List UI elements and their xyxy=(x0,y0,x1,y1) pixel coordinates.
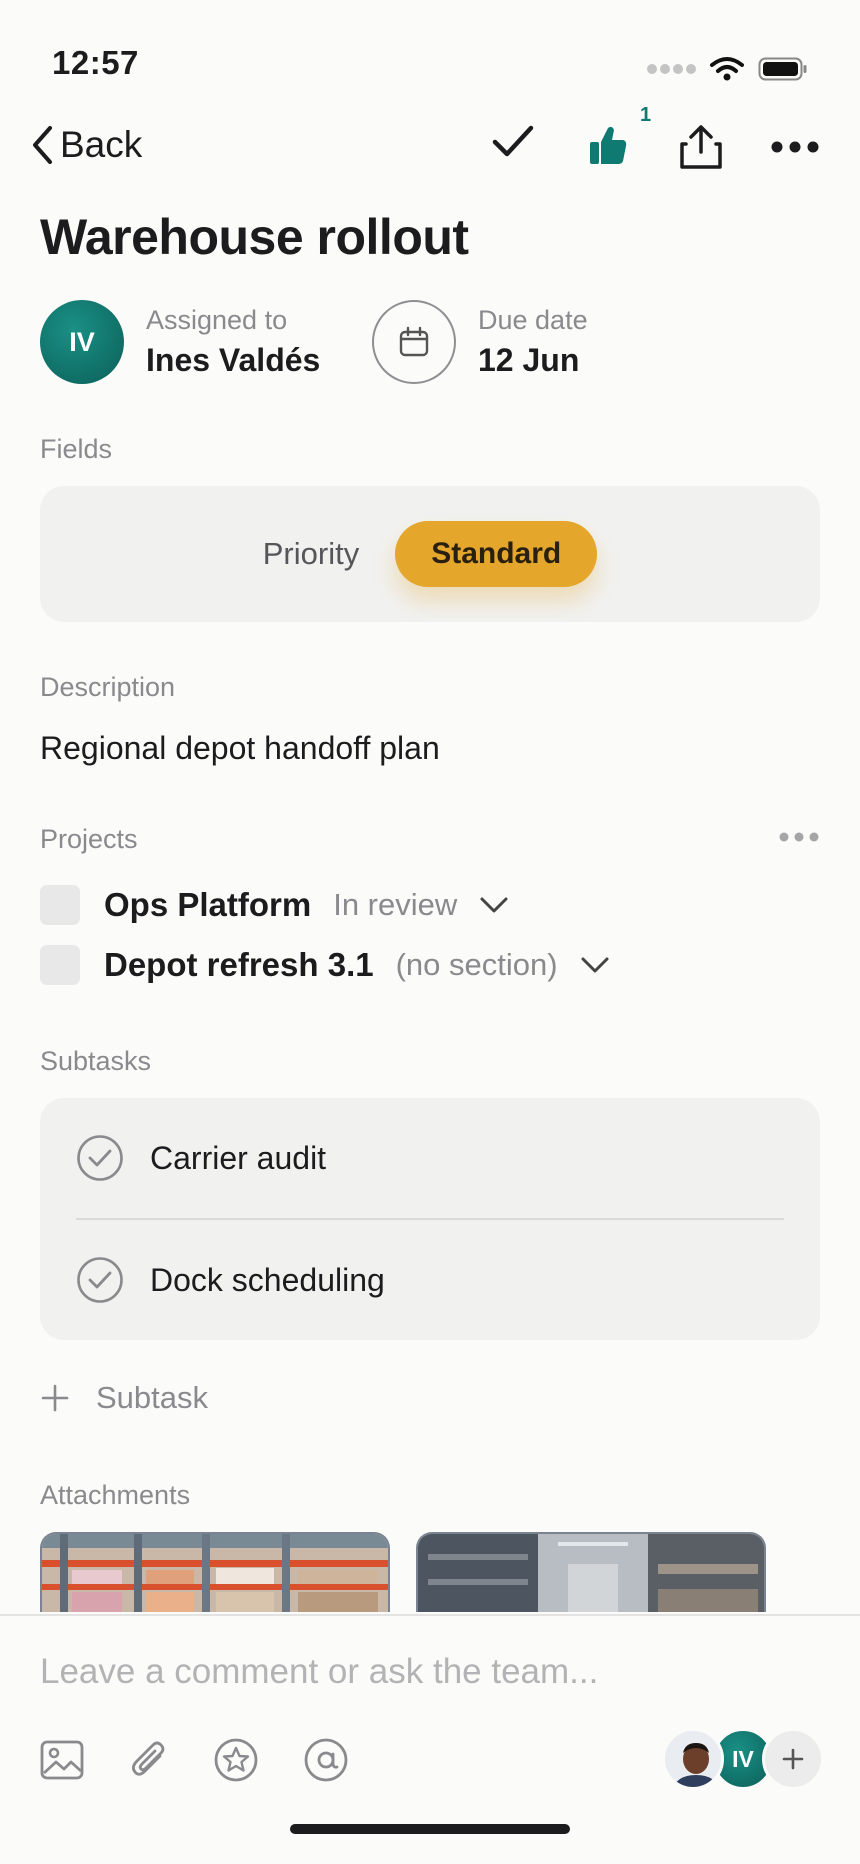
projects-section-label: Projects xyxy=(40,824,138,854)
attachment-thumbnail[interactable] xyxy=(416,1532,766,1612)
description-section-label: Description xyxy=(40,672,176,702)
wifi-icon xyxy=(710,57,744,81)
calendar-icon xyxy=(399,326,429,357)
collaborators[interactable]: IV xyxy=(662,1728,824,1790)
due-date-value: 12 Jun xyxy=(478,342,580,378)
status-time: 12:57 xyxy=(52,44,139,81)
image-icon[interactable] xyxy=(40,1740,84,1780)
composer-toolbar xyxy=(40,1738,348,1782)
check-circle-icon[interactable] xyxy=(76,1256,124,1304)
subtasks-card: Carrier audit Dock scheduling xyxy=(40,1098,820,1340)
chevron-down-icon[interactable] xyxy=(580,956,610,974)
mention-icon[interactable] xyxy=(304,1738,348,1782)
more-icon xyxy=(771,141,819,153)
subtask-divider xyxy=(76,1218,784,1220)
calendar-badge xyxy=(372,300,456,384)
projects-more-button[interactable] xyxy=(778,830,820,848)
collaborator-photo-avatar xyxy=(662,1728,724,1790)
back-label: Back xyxy=(60,124,143,165)
description-text[interactable]: Regional depot handoff plan xyxy=(40,730,440,767)
subtasks-section-label: Subtasks xyxy=(40,1046,152,1076)
thumbs-up-icon xyxy=(590,126,627,164)
field-name-priority: Priority xyxy=(262,536,360,571)
status-icons xyxy=(646,56,808,82)
back-button[interactable]: Back xyxy=(30,124,142,166)
comment-input[interactable]: Leave a comment or ask the team... xyxy=(40,1652,598,1692)
check-circle-icon[interactable] xyxy=(76,1134,124,1182)
plus-icon xyxy=(782,1748,804,1770)
attachments-section-label: Attachments xyxy=(40,1480,191,1510)
warehouse-image xyxy=(42,1534,388,1612)
project-name[interactable]: Ops Platform xyxy=(104,886,311,924)
add-subtask-button[interactable]: Subtask xyxy=(40,1380,208,1416)
star-icon[interactable] xyxy=(214,1738,258,1782)
assignee-field[interactable]: IV Assigned to Ines Valdés xyxy=(40,300,320,384)
fields-section-label: Fields xyxy=(40,434,113,464)
share-icon xyxy=(680,125,722,169)
more-options-button[interactable] xyxy=(770,140,820,159)
signal-icon xyxy=(647,64,696,74)
chevron-down-icon[interactable] xyxy=(479,896,509,914)
priority-value-pill[interactable]: Standard xyxy=(395,521,598,587)
plus-icon xyxy=(41,1384,69,1412)
assignee-name: Ines Valdés xyxy=(146,342,321,378)
warehouse-image xyxy=(418,1534,764,1612)
subtask-item[interactable]: Carrier audit xyxy=(76,1134,326,1182)
project-section[interactable]: In review xyxy=(333,887,457,923)
subtask-item[interactable]: Dock scheduling xyxy=(76,1256,385,1304)
project-name[interactable]: Depot refresh 3.1 xyxy=(104,946,374,984)
add-subtask-label: Subtask xyxy=(96,1380,209,1415)
like-button[interactable] xyxy=(588,124,628,171)
due-date-label: Due date xyxy=(478,305,588,335)
project-row[interactable]: Ops Platform In review xyxy=(40,885,509,925)
add-collaborator-button[interactable] xyxy=(762,1728,824,1790)
subtask-title: Carrier audit xyxy=(150,1139,327,1176)
share-button[interactable] xyxy=(678,124,724,175)
assignee-label: Assigned to xyxy=(146,305,288,335)
back-chevron-icon xyxy=(33,126,52,164)
project-section[interactable]: (no section) xyxy=(396,947,558,983)
task-title[interactable]: Warehouse rollout xyxy=(40,208,469,266)
more-icon xyxy=(779,832,819,842)
home-indicator xyxy=(290,1824,570,1834)
project-row[interactable]: Depot refresh 3.1 (no section) xyxy=(40,945,610,985)
check-icon xyxy=(492,125,534,157)
like-count-badge: 1 xyxy=(640,104,652,126)
complete-button[interactable] xyxy=(490,118,536,169)
attachment-thumbnail[interactable] xyxy=(40,1532,390,1612)
due-date-field[interactable]: Due date 12 Jun xyxy=(372,300,588,384)
paperclip-icon[interactable] xyxy=(130,1739,168,1781)
project-color-swatch xyxy=(40,945,80,985)
assignee-avatar: IV xyxy=(40,300,124,384)
fields-card: Priority Standard xyxy=(40,486,820,622)
project-color-swatch xyxy=(40,885,80,925)
battery-icon xyxy=(758,57,807,81)
subtask-title: Dock scheduling xyxy=(150,1261,385,1298)
